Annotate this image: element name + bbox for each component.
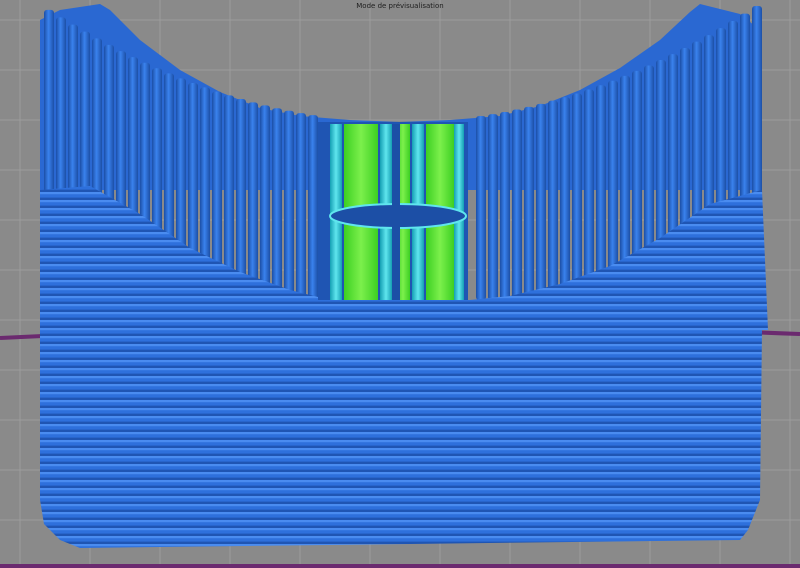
wall-rib [500,111,510,300]
wall-rib [572,93,582,301]
wall-rib [272,108,282,301]
wall-rib [560,97,570,300]
wall-rib [296,113,306,300]
wall-rib [236,98,246,300]
wall-rib [596,85,606,300]
wall-rib [308,115,318,300]
wall-rib [524,106,534,300]
wall-rib [284,110,294,301]
front-block [40,300,762,548]
wall-rib [536,103,546,301]
preview-viewport[interactable]: Mode de prévisualisation [0,0,800,568]
wall-rib [548,100,558,300]
viewport-title: Mode de prévisualisation [356,2,444,10]
wall-rib [248,102,258,301]
print-preview-canvas[interactable] [0,0,800,568]
wall-rib [476,116,486,301]
center-infill [318,122,468,312]
wall-rib [584,89,594,300]
print-preview-model[interactable] [40,4,768,548]
wall-rib [512,109,522,300]
wall-rib [260,105,270,300]
wall-rib [488,114,498,300]
